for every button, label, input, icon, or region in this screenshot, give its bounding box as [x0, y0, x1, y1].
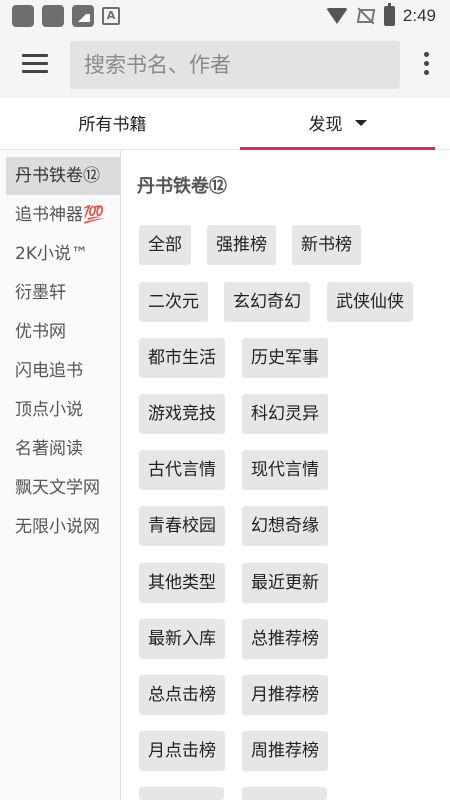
sidebar-item[interactable]: 飘天文学网 — [6, 469, 121, 507]
app-icon — [42, 5, 64, 27]
status-bar: A 2:49 — [0, 0, 450, 32]
category-chip[interactable]: 强推榜 — [207, 225, 276, 265]
source-sidebar: 丹书铁卷⑫ 追书神器💯 2K小说™ 衍墨轩 优书网 闪电追书 顶点小说 名著阅读… — [0, 151, 121, 800]
category-chip[interactable]: 都市生活 — [139, 338, 225, 378]
dropdown-arrow-icon — [354, 120, 367, 126]
category-chip[interactable]: 二次元 — [139, 282, 208, 322]
sidebar-item[interactable]: 2K小说™ — [6, 235, 121, 273]
category-chip[interactable]: 现代言情 — [242, 450, 328, 490]
tab-indicator — [240, 147, 435, 150]
sidebar-item[interactable]: 衍墨轩 — [6, 274, 121, 312]
category-chip[interactable]: 总推荐榜 — [242, 619, 328, 659]
category-chip[interactable]: 全部 — [139, 225, 191, 265]
sidebar-item[interactable]: 丹书铁卷⑫ — [6, 157, 121, 195]
category-chip[interactable]: 最近更新 — [242, 563, 328, 603]
category-chip[interactable]: 最新入库 — [139, 619, 225, 659]
sidebar-item[interactable]: 名著阅读 — [6, 430, 121, 468]
tab-label: 所有书籍 — [78, 115, 147, 135]
category-chip[interactable]: 玄幻奇幻 — [224, 282, 310, 322]
category-chip[interactable]: 新书榜 — [292, 225, 361, 265]
category-chip[interactable]: 月推荐榜 — [242, 675, 328, 715]
sidebar-item[interactable]: 追书神器💯 — [6, 196, 121, 234]
category-chip[interactable]: 总点击榜 — [139, 675, 225, 715]
category-chip[interactable]: 青春校园 — [139, 506, 225, 546]
category-chip[interactable]: 周推荐榜 — [242, 731, 328, 771]
tab-bar: 所有书籍 发现 — [0, 98, 450, 150]
category-chip[interactable]: 月点击榜 — [139, 731, 225, 771]
search-input[interactable]: 搜索书名、作者 — [70, 41, 400, 89]
section-title: 丹书铁卷⑫ — [137, 176, 227, 197]
category-chip[interactable]: 其他类型 — [139, 563, 225, 603]
wifi-icon — [325, 8, 348, 24]
tab-all-books[interactable]: 所有书籍 — [0, 98, 225, 150]
more-options-icon[interactable] — [424, 52, 430, 76]
sidebar-item[interactable]: 闪电追书 — [6, 352, 121, 390]
sidebar-item[interactable]: 顶点小说 — [6, 391, 121, 429]
category-chip[interactable]: 游戏竞技 — [139, 394, 225, 434]
menu-icon[interactable] — [22, 54, 48, 74]
image-icon — [72, 5, 94, 27]
a-icon: A — [102, 7, 120, 25]
category-chip[interactable]: 历史军事 — [242, 338, 328, 378]
category-chip[interactable]: 武侠仙侠 — [327, 282, 413, 322]
tab-label: 发现 — [308, 115, 343, 135]
battery-charging-icon — [383, 3, 395, 26]
category-chip[interactable]: 科幻灵异 — [242, 394, 328, 434]
no-signal-icon — [356, 7, 376, 25]
app-bar: 搜索书名、作者 — [0, 32, 450, 98]
status-time: 2:49 — [402, 6, 436, 25]
category-chip[interactable]: 古代言情 — [139, 450, 225, 490]
category-chip[interactable]: 幻想奇缘 — [242, 506, 328, 546]
app-icon — [12, 5, 34, 27]
sidebar-item[interactable]: 优书网 — [6, 313, 121, 351]
sidebar-item[interactable]: 无限小说网 — [6, 508, 121, 546]
category-chip-partial[interactable] — [242, 787, 327, 800]
tab-discover[interactable]: 发现 — [240, 98, 435, 150]
category-chip-partial[interactable] — [139, 787, 224, 800]
